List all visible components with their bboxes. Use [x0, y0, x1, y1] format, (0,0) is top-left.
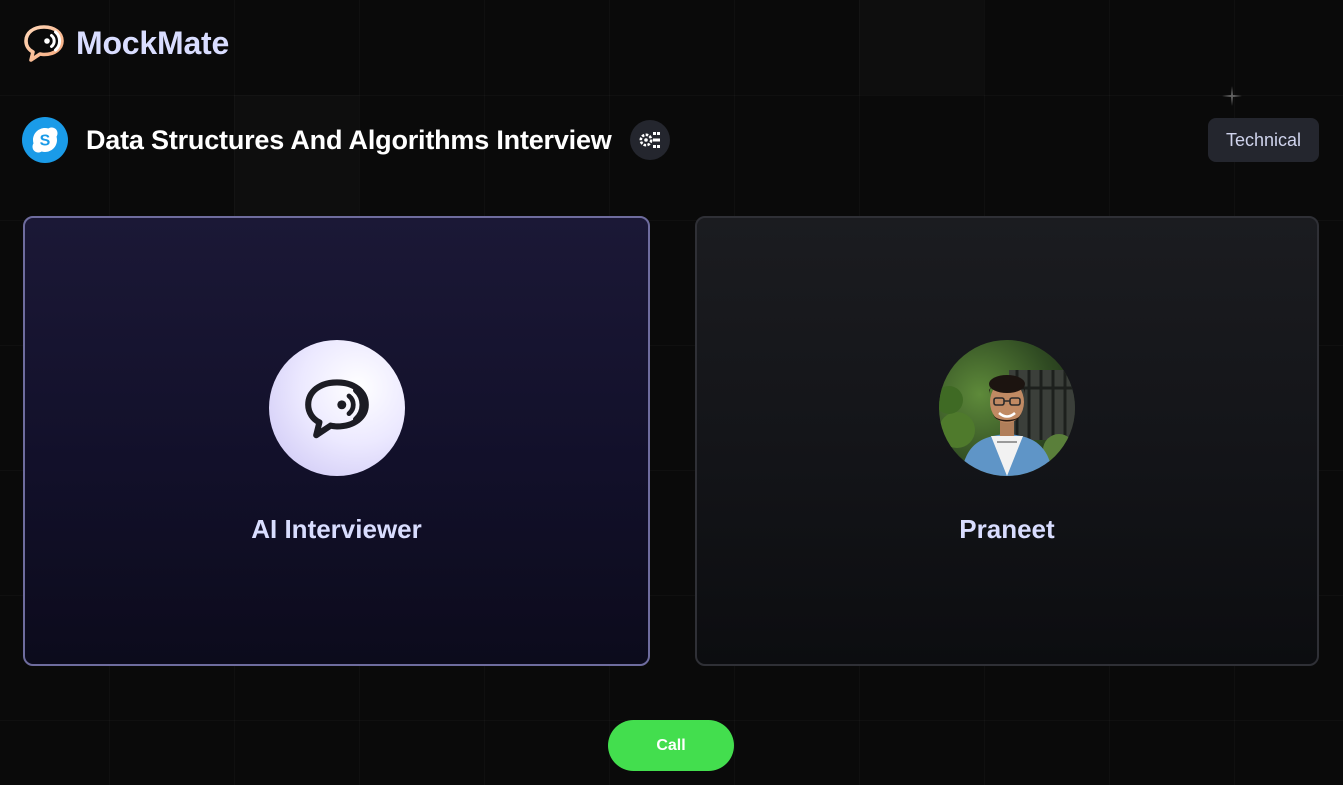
- skype-icon: S: [22, 117, 68, 163]
- call-button[interactable]: Call: [608, 720, 734, 771]
- ai-interviewer-name: AI Interviewer: [251, 514, 422, 544]
- interview-header: S Data Structures And Algorithms Intervi…: [22, 116, 1319, 164]
- svg-text:S: S: [40, 133, 51, 150]
- user-name: Praneet: [959, 514, 1055, 544]
- sparkle-icon: [1222, 86, 1242, 106]
- user-card: Praneet: [695, 216, 1319, 666]
- brand-name[interactable]: MockMate: [76, 25, 229, 62]
- tech-stack-icon: [629, 120, 670, 160]
- interview-type-badge: Technical: [1207, 118, 1319, 162]
- user-avatar: [939, 340, 1075, 476]
- chat-voice-icon[interactable]: [22, 23, 66, 63]
- chat-voice-icon: [304, 379, 369, 439]
- ai-interviewer-card: AI Interviewer: [23, 216, 650, 666]
- navbar: MockMate: [22, 22, 229, 64]
- ai-interviewer-avatar: [268, 340, 405, 476]
- interview-title: Data Structures And Algorithms Interview: [86, 124, 612, 155]
- background-tile: [859, 0, 984, 95]
